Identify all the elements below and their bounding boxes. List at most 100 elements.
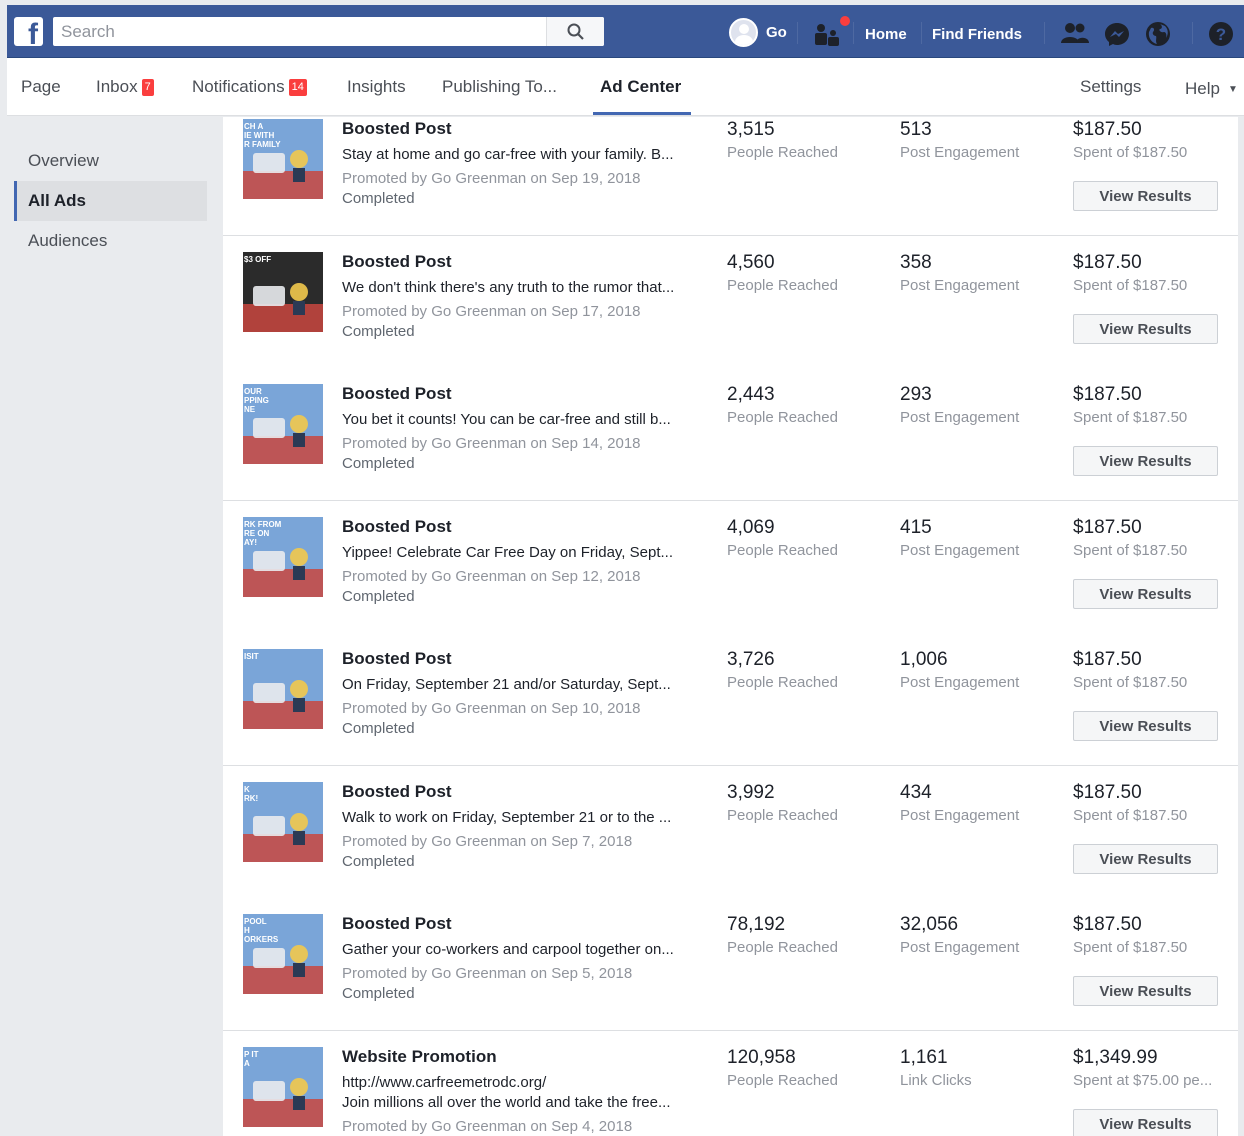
divider (797, 22, 798, 44)
ad-status: Completed (342, 588, 415, 605)
tab-label: Page (21, 77, 61, 96)
tab-settings[interactable]: Settings (1080, 77, 1141, 97)
sidebar-item-overview[interactable]: Overview (14, 141, 207, 181)
ad-status: Completed (342, 190, 415, 207)
engagement-label: Post Engagement (900, 277, 1020, 294)
ad-status: Completed (342, 720, 415, 737)
people-reached-value: 120,958 (727, 1047, 796, 1068)
engagement-label: Post Engagement (900, 674, 1020, 691)
ad-type[interactable]: Boosted Post (342, 914, 452, 934)
tab-page[interactable]: Page (21, 77, 61, 97)
view-results-button[interactable]: View Results (1073, 181, 1218, 211)
ad-thumbnail-image (243, 680, 323, 729)
ad-row[interactable]: K RK! Boosted Post Walk to work on Frida… (223, 766, 1238, 899)
people-reached-label: People Reached (727, 807, 838, 824)
ad-row[interactable]: CH A IE WITH R FAMILY Boosted Post Stay … (223, 117, 1238, 236)
ad-type[interactable]: Boosted Post (342, 252, 452, 272)
ad-description: Walk to work on Friday, September 21 or … (342, 809, 672, 826)
search-input[interactable] (53, 17, 543, 46)
ad-description: We don't think there's any truth to the … (342, 279, 675, 296)
ad-row[interactable]: ISIT Boosted Post On Friday, September 2… (223, 633, 1238, 766)
ad-thumbnail[interactable]: POOL H ORKERS (243, 914, 323, 994)
ad-promoted-by: Promoted by Go Greenman on Sep 19, 2018 (342, 170, 641, 187)
ad-type[interactable]: Boosted Post (342, 649, 452, 669)
tab-inbox[interactable]: Inbox 7 (96, 77, 154, 97)
ad-row[interactable]: POOL H ORKERS Boosted Post Gather your c… (223, 898, 1238, 1031)
amount-spent-label: Spent at $75.00 pe... (1073, 1072, 1213, 1089)
view-results-button[interactable]: View Results (1073, 1109, 1218, 1136)
find-friends-link[interactable]: Find Friends (932, 26, 1022, 43)
view-results-button[interactable]: View Results (1073, 579, 1218, 609)
ad-status: Completed (342, 455, 415, 472)
friend-requests-icon[interactable] (1060, 22, 1090, 44)
home-link[interactable]: Home (865, 26, 907, 43)
engagement-label: Post Engagement (900, 807, 1020, 824)
search-button[interactable] (546, 17, 604, 46)
amount-spent-label: Spent of $187.50 (1073, 409, 1188, 426)
view-results-button[interactable]: View Results (1073, 844, 1218, 874)
messenger-icon[interactable] (1104, 21, 1130, 47)
engagement-value: 434 (900, 782, 932, 803)
view-results-button[interactable]: View Results (1073, 314, 1218, 344)
ad-thumbnail[interactable]: RK FROM RE ON AY! (243, 517, 323, 597)
engagement-value: 513 (900, 119, 932, 140)
amount-spent-value: $187.50 (1073, 782, 1142, 803)
sidebar: Overview All Ads Audiences (7, 117, 223, 1136)
people-reached-label: People Reached (727, 542, 838, 559)
tab-insights[interactable]: Insights (347, 77, 406, 97)
ad-description: Gather your co-workers and carpool toget… (342, 941, 674, 958)
sidebar-item-audiences[interactable]: Audiences (14, 221, 207, 261)
ad-type[interactable]: Boosted Post (342, 782, 452, 802)
divider (921, 22, 922, 44)
divider (853, 22, 854, 44)
ad-row[interactable]: $3 OFF Boosted Post We don't think there… (223, 236, 1238, 369)
tab-ad-center[interactable]: Ad Center (600, 77, 681, 97)
tab-label: Notifications (192, 77, 285, 96)
tab-help[interactable]: Help ▼ (1185, 79, 1238, 99)
engagement-value: 1,006 (900, 649, 948, 670)
people-reached-value: 3,726 (727, 649, 775, 670)
ad-type[interactable]: Website Promotion (342, 1047, 497, 1067)
ad-thumbnail[interactable]: K RK! (243, 782, 323, 862)
view-results-button[interactable]: View Results (1073, 711, 1218, 741)
tab-label: Publishing To... (442, 77, 557, 96)
tab-notifications[interactable]: Notifications 14 (192, 77, 307, 97)
ad-description: Stay at home and go car-free with your f… (342, 146, 674, 163)
ad-row[interactable]: OUR PPING NE Boosted Post You bet it cou… (223, 368, 1238, 501)
facebook-logo-icon[interactable]: f (14, 17, 43, 50)
ad-type[interactable]: Boosted Post (342, 517, 452, 537)
page-switch-icon[interactable] (813, 23, 841, 47)
ad-status: Completed (342, 323, 415, 340)
tab-label: Ad Center (600, 77, 682, 96)
ad-thumbnail[interactable]: ISIT (243, 649, 323, 729)
help-icon[interactable]: ? (1208, 21, 1234, 47)
profile-link[interactable]: Go (729, 17, 787, 47)
people-reached-value: 2,443 (727, 384, 775, 405)
ad-row[interactable]: P IT A Website Promotion http://www.carf… (223, 1031, 1238, 1136)
engagement-label: Post Engagement (900, 409, 1020, 426)
divider (1044, 22, 1045, 44)
sidebar-item-all-ads[interactable]: All Ads (14, 181, 207, 221)
people-reached-value: 78,192 (727, 914, 786, 935)
ad-promoted-by: Promoted by Go Greenman on Sep 10, 2018 (342, 700, 641, 717)
amount-spent-value: $187.50 (1073, 517, 1142, 538)
scrollbar[interactable] (1238, 117, 1244, 1136)
ad-type[interactable]: Boosted Post (342, 119, 452, 139)
ad-thumbnail[interactable]: CH A IE WITH R FAMILY (243, 119, 323, 199)
amount-spent-label: Spent of $187.50 (1073, 939, 1188, 956)
ad-description: You bet it counts! You can be car-free a… (342, 411, 671, 428)
ad-type[interactable]: Boosted Post (342, 384, 452, 404)
ad-promoted-by: Promoted by Go Greenman on Sep 12, 2018 (342, 568, 641, 585)
ad-thumbnail[interactable]: $3 OFF (243, 252, 323, 332)
engagement-value: 358 (900, 252, 932, 273)
view-results-button[interactable]: View Results (1073, 446, 1218, 476)
ad-thumbnail[interactable]: OUR PPING NE (243, 384, 323, 464)
view-results-button[interactable]: View Results (1073, 976, 1218, 1006)
ad-thumbnail[interactable]: P IT A (243, 1047, 323, 1127)
globe-icon[interactable] (1145, 21, 1171, 47)
people-reached-label: People Reached (727, 277, 838, 294)
ad-description: Yippee! Celebrate Car Free Day on Friday… (342, 544, 673, 561)
tab-publishing-tools[interactable]: Publishing To... (442, 77, 557, 97)
ad-row[interactable]: RK FROM RE ON AY! Boosted Post Yippee! C… (223, 501, 1238, 634)
ad-promoted-by: Promoted by Go Greenman on Sep 5, 2018 (342, 965, 633, 982)
